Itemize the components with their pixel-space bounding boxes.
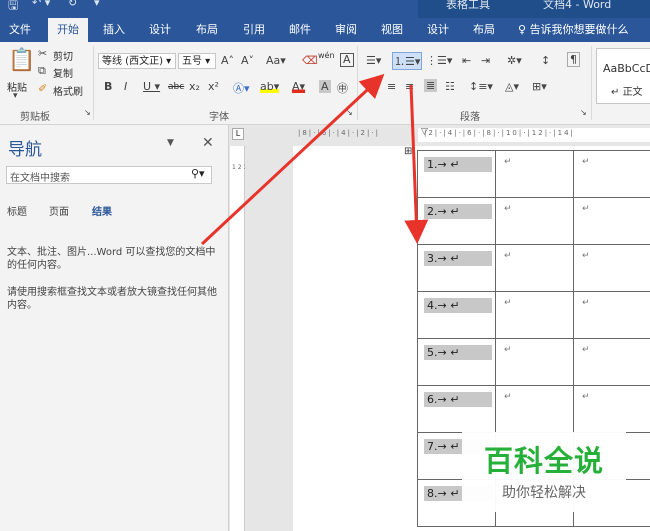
annotation-overlay bbox=[200, 73, 429, 246]
annotation-arrow bbox=[200, 73, 385, 246]
annotation-arrow bbox=[404, 84, 429, 244]
